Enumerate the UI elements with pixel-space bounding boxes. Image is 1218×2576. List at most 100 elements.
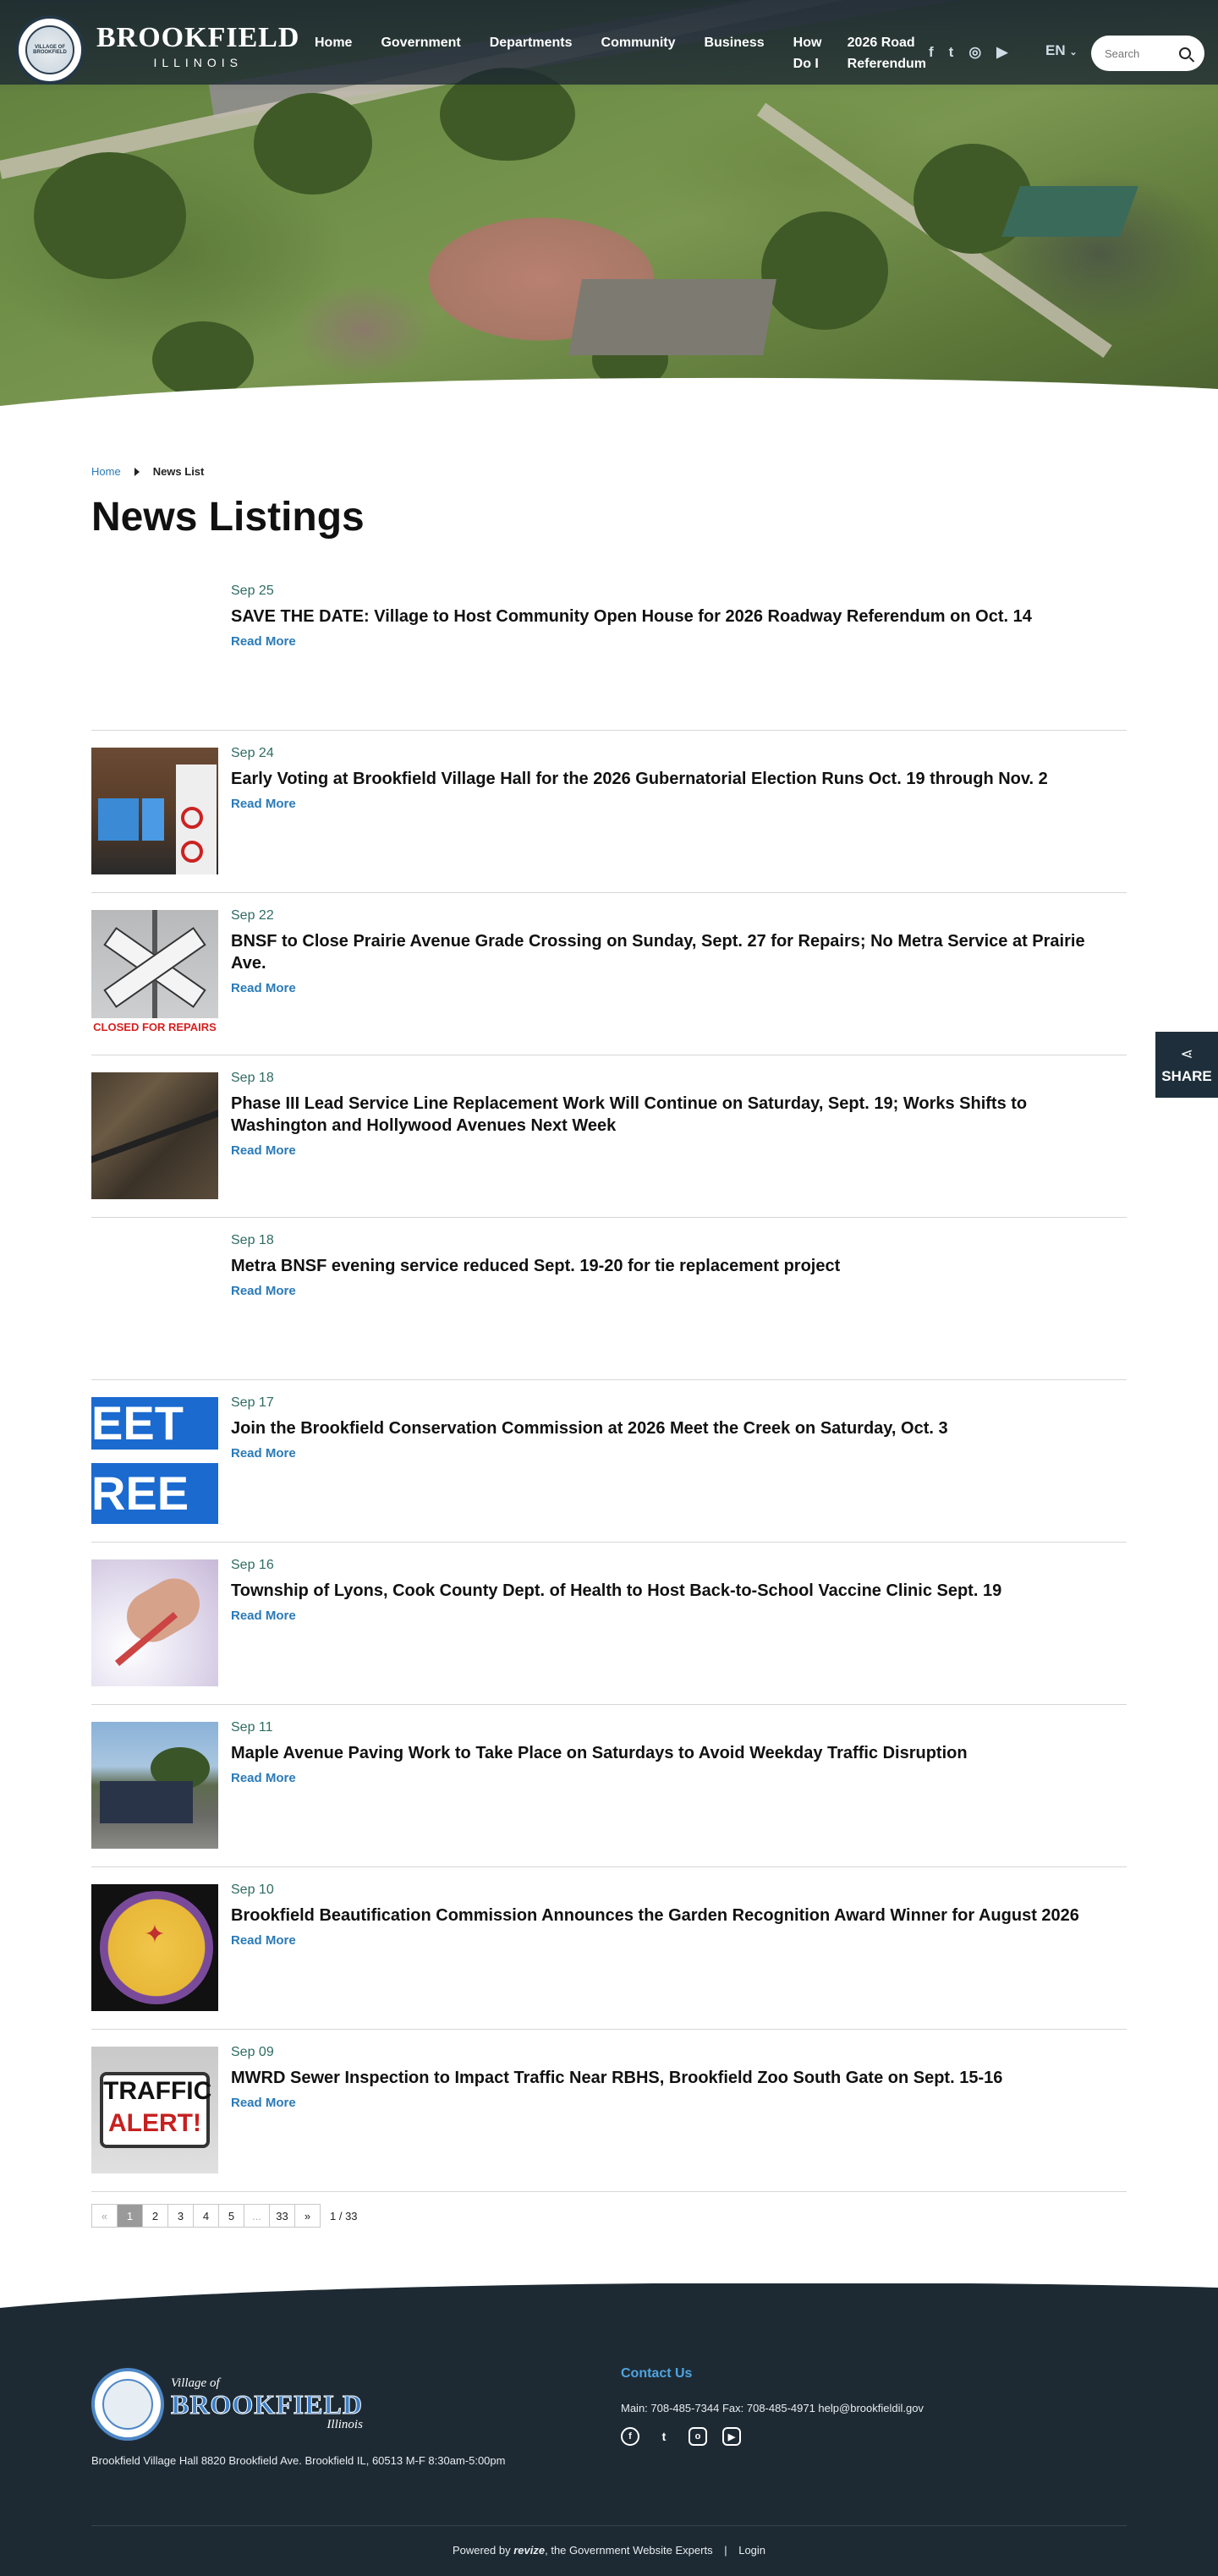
news-thumbnail-meet-the-creek[interactable]: EET REE bbox=[91, 1397, 218, 1524]
news-item: Sep 24 Early Voting at Brookfield Villag… bbox=[91, 731, 1127, 893]
facebook-icon[interactable]: f bbox=[929, 44, 934, 61]
instagram-icon[interactable]: o bbox=[689, 2427, 707, 2446]
login-link[interactable]: Login bbox=[738, 2544, 765, 2557]
news-date: Sep 09 bbox=[231, 2045, 274, 2059]
pagination-page-4[interactable]: 4 bbox=[193, 2204, 219, 2228]
news-date: Sep 18 bbox=[231, 1071, 274, 1085]
nav-how-do-i[interactable]: How Do I bbox=[793, 32, 827, 74]
pagination-page-2[interactable]: 2 bbox=[142, 2204, 168, 2228]
news-date: Sep 18 bbox=[231, 1233, 274, 1247]
language-selector[interactable]: EN ⌄ bbox=[1045, 42, 1078, 59]
nav-road-referendum[interactable]: 2026 Road Referendum bbox=[848, 32, 932, 74]
pagination-ellipsis: ... bbox=[244, 2204, 270, 2228]
news-title[interactable]: BNSF to Close Prairie Avenue Grade Cross… bbox=[231, 930, 1119, 974]
footer-address: Brookfield Village Hall 8820 Brookfield … bbox=[91, 2454, 506, 2467]
thumbnail-text-line-1: TRAFFIC bbox=[103, 2077, 212, 2105]
news-thumbnail-paving[interactable] bbox=[91, 1722, 218, 1849]
news-item: Sep 16 Township of Lyons, Cook County De… bbox=[91, 1543, 1127, 1705]
nav-government[interactable]: Government bbox=[381, 32, 460, 74]
brand-wordmark[interactable]: BROOKFIELD ILLINOIS bbox=[96, 22, 300, 70]
facebook-icon[interactable]: f bbox=[621, 2427, 639, 2446]
news-item: Sep 18 Metra BNSF evening service reduce… bbox=[91, 1218, 1127, 1380]
pagination: « 1 2 3 4 5 ... 33 » 1 / 33 bbox=[91, 2204, 358, 2228]
news-title[interactable]: MWRD Sewer Inspection to Impact Traffic … bbox=[231, 2067, 1119, 2089]
breadcrumb: Home News List bbox=[91, 465, 204, 478]
news-title[interactable]: Brookfield Beautification Commission Ann… bbox=[231, 1905, 1119, 1927]
news-title[interactable]: Township of Lyons, Cook County Dept. of … bbox=[231, 1580, 1119, 1602]
pagination-next[interactable]: » bbox=[294, 2204, 321, 2228]
read-more-link[interactable]: Read More bbox=[231, 1933, 296, 1948]
pagination-page-1[interactable]: 1 bbox=[117, 2204, 143, 2228]
village-seal-logo[interactable]: VILLAGE OF BROOKFIELD bbox=[15, 15, 85, 85]
thumbnail-text-line-1: EET bbox=[91, 1397, 218, 1450]
search-box bbox=[1091, 36, 1204, 71]
footer-logo[interactable]: Village of BROOKFIELD Illinois bbox=[91, 2368, 363, 2441]
news-date: Sep 22 bbox=[231, 908, 274, 923]
nav-departments[interactable]: Departments bbox=[490, 32, 573, 74]
thumbnail-text-line-2: ALERT! bbox=[108, 2109, 201, 2137]
news-title[interactable]: Early Voting at Brookfield Village Hall … bbox=[231, 768, 1119, 790]
read-more-link[interactable]: Read More bbox=[231, 1284, 296, 1298]
read-more-link[interactable]: Read More bbox=[231, 797, 296, 811]
search-input[interactable] bbox=[1105, 47, 1172, 60]
chevron-down-icon: ⌄ bbox=[1069, 47, 1078, 58]
footer-contact-heading: Contact Us bbox=[621, 2366, 693, 2381]
search-icon[interactable] bbox=[1179, 47, 1191, 59]
site-header: VILLAGE OF BROOKFIELD BROOKFIELD ILLINOI… bbox=[0, 0, 1218, 85]
dragonfly-icon: ✦ bbox=[144, 1921, 166, 1948]
news-title[interactable]: SAVE THE DATE: Village to Host Community… bbox=[231, 606, 1119, 628]
footer-contact-info[interactable]: Main: 708-485-7344 Fax: 708-485-4971 hel… bbox=[621, 2402, 924, 2414]
read-more-link[interactable]: Read More bbox=[231, 981, 296, 995]
news-item: ✦ Sep 10 Brookfield Beautification Commi… bbox=[91, 1867, 1127, 2030]
read-more-link[interactable]: Read More bbox=[231, 2096, 296, 2110]
read-more-link[interactable]: Read More bbox=[231, 634, 296, 649]
youtube-icon[interactable]: ▶ bbox=[722, 2427, 741, 2446]
news-date: Sep 16 bbox=[231, 1558, 274, 1572]
pagination-page-33[interactable]: 33 bbox=[269, 2204, 295, 2228]
breadcrumb-current: News List bbox=[152, 465, 205, 478]
revize-link[interactable]: revize bbox=[513, 2544, 545, 2557]
twitter-icon[interactable]: t bbox=[655, 2427, 673, 2446]
instagram-icon[interactable]: ◎ bbox=[968, 44, 981, 61]
news-title[interactable]: Maple Avenue Paving Work to Take Place o… bbox=[231, 1742, 1119, 1764]
twitter-icon[interactable]: t bbox=[949, 44, 954, 61]
news-title[interactable]: Phase III Lead Service Line Replacement … bbox=[231, 1093, 1119, 1137]
pagination-page-5[interactable]: 5 bbox=[218, 2204, 244, 2228]
news-thumbnail-rail-crossing[interactable]: CLOSED FOR REPAIRS bbox=[91, 910, 218, 1037]
news-thumbnail-vaccine[interactable] bbox=[91, 1559, 218, 1686]
news-list: Sep 25 SAVE THE DATE: Village to Host Co… bbox=[91, 568, 1127, 2192]
youtube-icon[interactable]: ▶ bbox=[996, 44, 1007, 61]
read-more-link[interactable]: Read More bbox=[231, 1609, 296, 1623]
read-more-link[interactable]: Read More bbox=[231, 1446, 296, 1461]
news-item: EET REE Sep 17 Join the Brookfield Conse… bbox=[91, 1380, 1127, 1543]
news-date: Sep 11 bbox=[231, 1720, 273, 1735]
header-social-links: f t ◎ ▶ bbox=[929, 44, 1007, 61]
footer-social-links: f t o ▶ bbox=[621, 2427, 741, 2446]
news-title[interactable]: Metra BNSF evening service reduced Sept.… bbox=[231, 1255, 1119, 1277]
logo-seal-text: VILLAGE OF BROOKFIELD bbox=[25, 25, 74, 74]
nav-community[interactable]: Community bbox=[601, 32, 676, 74]
footer-logo-state: Illinois bbox=[326, 2418, 363, 2431]
breadcrumb-home-link[interactable]: Home bbox=[91, 465, 121, 478]
share-label: SHARE bbox=[1161, 1067, 1212, 1084]
news-date: Sep 10 bbox=[231, 1883, 274, 1897]
read-more-link[interactable]: Read More bbox=[231, 1771, 296, 1785]
news-thumbnail-traffic-alert[interactable]: TRAFFIC ALERT! bbox=[91, 2047, 218, 2173]
read-more-link[interactable]: Read More bbox=[231, 1143, 296, 1158]
news-item: Sep 11 Maple Avenue Paving Work to Take … bbox=[91, 1705, 1127, 1867]
language-label: EN bbox=[1045, 42, 1066, 58]
share-button[interactable]: ⋖ SHARE bbox=[1155, 1032, 1218, 1098]
footer-bottom-bar: Powered by revize, the Government Websit… bbox=[0, 2544, 1218, 2557]
news-thumbnail-beautification-seal[interactable]: ✦ bbox=[91, 1884, 218, 2011]
nav-home[interactable]: Home bbox=[315, 32, 352, 74]
nav-business[interactable]: Business bbox=[705, 32, 765, 74]
news-title[interactable]: Join the Brookfield Conservation Commiss… bbox=[231, 1417, 1119, 1439]
brand-name: BROOKFIELD bbox=[96, 22, 300, 53]
powered-by-prefix: Powered by bbox=[452, 2544, 511, 2557]
news-thumbnail-voting[interactable] bbox=[91, 748, 218, 874]
news-thumbnail-lead-line[interactable] bbox=[91, 1072, 218, 1199]
pagination-page-3[interactable]: 3 bbox=[167, 2204, 194, 2228]
news-item: Sep 25 SAVE THE DATE: Village to Host Co… bbox=[91, 568, 1127, 731]
pagination-prev[interactable]: « bbox=[91, 2204, 118, 2228]
news-item: Sep 18 Phase III Lead Service Line Repla… bbox=[91, 1055, 1127, 1218]
